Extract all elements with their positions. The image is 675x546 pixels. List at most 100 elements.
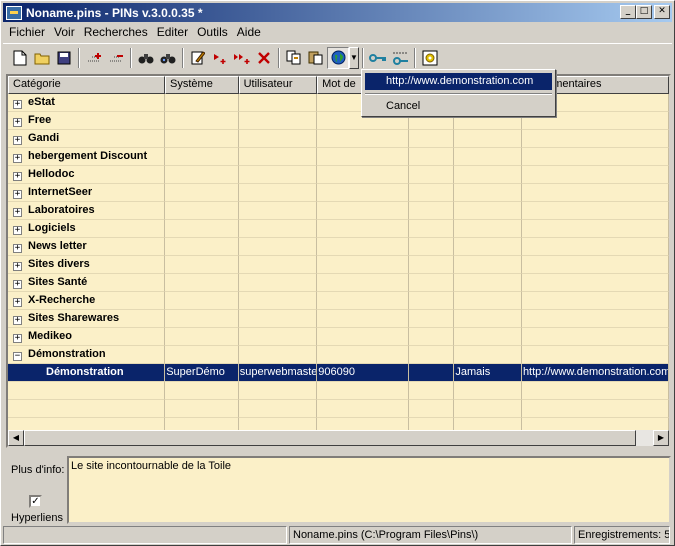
expander-icon[interactable]: − (13, 352, 22, 361)
paste-icon[interactable] (305, 47, 327, 69)
expander-icon[interactable]: + (13, 244, 22, 253)
hyperlinks-checkbox[interactable]: ✓ (29, 495, 42, 508)
table-row[interactable]: + Gandi (8, 130, 669, 148)
menu-recherches[interactable]: Recherches (78, 25, 151, 39)
expander-icon[interactable]: + (13, 280, 22, 289)
horizontal-scrollbar[interactable]: ◀ ▶ (8, 430, 669, 446)
expander-icon[interactable]: + (13, 118, 22, 127)
table-row[interactable]: + Sites Sharewares (8, 310, 669, 328)
expander-icon[interactable]: + (13, 100, 22, 109)
globe-icon[interactable] (327, 46, 349, 69)
table-row[interactable]: + hebergement Discount (8, 148, 669, 166)
expander-icon[interactable]: + (13, 226, 22, 235)
expander-icon[interactable]: + (13, 172, 22, 181)
binoculars-icon[interactable] (135, 47, 157, 69)
category-label: Laboratoires (28, 204, 95, 216)
scroll-right-icon[interactable]: ▶ (653, 430, 669, 446)
table-cell (238, 238, 318, 256)
table-row[interactable]: + X-Recherche (8, 292, 669, 310)
table-row[interactable]: Démonstration SuperDémo superwebmaster 9060… (8, 364, 669, 382)
binoculars-next-icon[interactable] (157, 47, 179, 69)
minimize-button[interactable]: _ (620, 5, 636, 19)
menu-item-cancel[interactable]: Cancel (365, 98, 552, 115)
edit-icon[interactable] (187, 47, 209, 69)
table-row[interactable]: + InternetSeer (8, 184, 669, 202)
info-textarea[interactable]: Le site incontournable de la Toile (67, 456, 671, 524)
menu-voir[interactable]: Voir (48, 25, 78, 39)
column-header-categorie[interactable]: Catégorie (8, 76, 166, 94)
table-cell (238, 166, 318, 184)
expander-icon[interactable]: + (13, 190, 22, 199)
table-cell (521, 274, 669, 292)
column-header-systeme[interactable]: Système (165, 76, 239, 94)
table-row[interactable]: + News letter (8, 238, 669, 256)
table-cell (521, 202, 669, 220)
expander-icon[interactable]: + (13, 316, 22, 325)
expander-icon[interactable]: + (13, 334, 22, 343)
table-row[interactable]: + Medikeo (8, 328, 669, 346)
expander-icon[interactable]: + (13, 208, 22, 217)
expander-icon[interactable]: + (13, 136, 22, 145)
open-folder-icon[interactable] (31, 47, 53, 69)
toolbar-separator (414, 47, 416, 68)
menu-item-open-url[interactable]: http://www.demonstration.com (365, 73, 552, 90)
status-bar: Noname.pins (C:\Program Files\Pins\) Enr… (3, 526, 672, 544)
entry-name: Démonstration (46, 366, 124, 378)
copy-icon[interactable] (283, 47, 305, 69)
password-grid[interactable]: Catégorie Système Utilisateur Mot de /Co… (6, 74, 671, 448)
save-disk-icon[interactable] (53, 47, 75, 69)
table-cell (165, 94, 239, 112)
expand-all-icon[interactable] (83, 47, 105, 69)
scroll-thumb[interactable] (24, 430, 636, 446)
table-row[interactable] (8, 400, 669, 418)
table-row[interactable]: + Free (8, 112, 669, 130)
title-bar[interactable]: Noname.pins - PINs v.3.0.0.35 * _ □ ✕ (3, 3, 672, 22)
category-cell: + Sites Sharewares (8, 310, 166, 328)
app-icon[interactable] (6, 5, 22, 20)
table-cell (165, 400, 239, 418)
globe-dropdown-arrow[interactable]: ▼ (349, 46, 359, 69)
category-cell: + eStat (8, 94, 166, 112)
scroll-left-icon[interactable]: ◀ (8, 430, 24, 446)
entry-user: superwebmaster (239, 366, 318, 378)
table-row[interactable]: + eStat (8, 94, 669, 112)
table-row[interactable]: − Démonstration (8, 346, 669, 364)
table-row[interactable]: + Sites Santé (8, 274, 669, 292)
scroll-track[interactable] (636, 430, 653, 446)
add-subitem-icon[interactable] (231, 47, 253, 69)
add-item-icon[interactable] (209, 47, 231, 69)
table-row[interactable] (8, 382, 669, 400)
column-header-utilisateur[interactable]: Utilisateur (238, 76, 318, 94)
menu-fichier[interactable]: Fichier (3, 25, 48, 39)
table-row[interactable]: + Sites divers (8, 256, 669, 274)
table-cell (408, 364, 455, 382)
password-generator-icon[interactable] (389, 47, 411, 69)
table-cell (521, 184, 669, 202)
table-cell (408, 148, 455, 166)
expander-icon[interactable]: + (13, 298, 22, 307)
menu-outils[interactable]: Outils (191, 25, 231, 39)
category-label: Sites Sharewares (28, 312, 120, 324)
expander-icon[interactable]: + (13, 154, 22, 163)
table-row[interactable]: + Logiciels (8, 220, 669, 238)
table-cell (521, 220, 669, 238)
table-cell (454, 310, 522, 328)
new-document-icon[interactable] (9, 47, 31, 69)
table-cell (317, 166, 409, 184)
delete-icon[interactable] (253, 47, 275, 69)
table-row[interactable]: + Laboratoires (8, 202, 669, 220)
collapse-all-icon[interactable] (105, 47, 127, 69)
table-cell (408, 184, 455, 202)
menu-editer[interactable]: Editer (151, 25, 191, 39)
table-row[interactable]: + Hellodoc (8, 166, 669, 184)
entry-url: http://www.demonstration.com (522, 366, 669, 378)
key-icon[interactable] (367, 47, 389, 69)
menu-aide[interactable]: Aide (231, 25, 264, 39)
close-button[interactable]: ✕ (654, 5, 670, 19)
table-cell (165, 310, 239, 328)
settings-icon[interactable] (419, 47, 441, 69)
category-label: hebergement Discount (28, 150, 148, 162)
expander-icon[interactable]: + (13, 262, 22, 271)
table-cell (317, 310, 409, 328)
maximize-button[interactable]: □ (636, 5, 652, 19)
